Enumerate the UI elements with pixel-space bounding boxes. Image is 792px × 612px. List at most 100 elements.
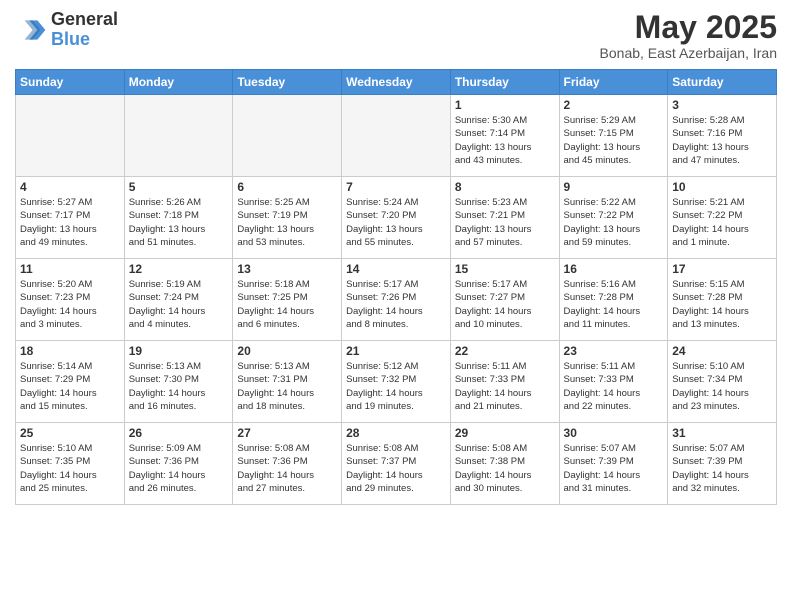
calendar-table: Sunday Monday Tuesday Wednesday Thursday… <box>15 69 777 505</box>
table-cell: 14 Sunrise: 5:17 AMSunset: 7:26 PMDayligh… <box>342 259 451 341</box>
day-number: 8 <box>455 180 555 194</box>
day-number: 10 <box>672 180 772 194</box>
table-cell: 25 Sunrise: 5:10 AMSunset: 7:35 PMDayligh… <box>16 423 125 505</box>
week-row-1: 1 Sunrise: 5:30 AMSunset: 7:14 PMDaylight… <box>16 95 777 177</box>
day-info: Sunrise: 5:08 AMSunset: 7:38 PMDaylight:… <box>455 442 555 495</box>
table-cell: 3Sunrise: 5:28 AMSunset: 7:16 PMDaylight… <box>668 95 777 177</box>
day-info: Sunrise: 5:24 AMSunset: 7:20 PMDaylight:… <box>346 196 446 249</box>
day-info: Sunrise: 5:12 AMSunset: 7:32 PMDaylight:… <box>346 360 446 413</box>
col-friday: Friday <box>559 70 668 95</box>
table-cell: 4Sunrise: 5:27 AMSunset: 7:17 PMDaylight… <box>16 177 125 259</box>
table-cell: 19 Sunrise: 5:13 AMSunset: 7:30 PMDayligh… <box>124 341 233 423</box>
day-info: Sunrise: 5:22 AMSunset: 7:22 PMDaylight:… <box>564 196 664 249</box>
logo-icon <box>15 14 47 46</box>
table-cell: 28Sunrise: 5:08 AMSunset: 7:37 PMDayligh… <box>342 423 451 505</box>
day-number: 1 <box>455 98 555 112</box>
day-number: 27 <box>237 426 337 440</box>
day-info: Sunrise: 5:08 AMSunset: 7:36 PMDaylight:… <box>237 442 337 495</box>
day-number: 15 <box>455 262 555 276</box>
day-info: Sunrise: 5:15 AMSunset: 7:28 PMDaylight:… <box>672 278 772 331</box>
table-cell: 26Sunrise: 5:09 AMSunset: 7:36 PMDayligh… <box>124 423 233 505</box>
day-info: Sunrise: 5:23 AMSunset: 7:21 PMDaylight:… <box>455 196 555 249</box>
weekday-header-row: Sunday Monday Tuesday Wednesday Thursday… <box>16 70 777 95</box>
day-info: Sunrise: 5:30 AMSunset: 7:14 PMDaylight:… <box>455 114 555 167</box>
day-info: Sunrise: 5:25 AMSunset: 7:19 PMDaylight:… <box>237 196 337 249</box>
table-cell: 20 Sunrise: 5:13 AMSunset: 7:31 PMDayligh… <box>233 341 342 423</box>
table-cell: 30 Sunrise: 5:07 AMSunset: 7:39 PMDayligh… <box>559 423 668 505</box>
table-cell: 22 Sunrise: 5:11 AMSunset: 7:33 PMDayligh… <box>450 341 559 423</box>
table-cell <box>16 95 125 177</box>
table-cell: 1 Sunrise: 5:30 AMSunset: 7:14 PMDaylight… <box>450 95 559 177</box>
day-number: 21 <box>346 344 446 358</box>
table-cell: 8 Sunrise: 5:23 AMSunset: 7:21 PMDaylight… <box>450 177 559 259</box>
day-info: Sunrise: 5:11 AMSunset: 7:33 PMDaylight:… <box>455 360 555 413</box>
day-number: 17 <box>672 262 772 276</box>
day-info: Sunrise: 5:16 AMSunset: 7:28 PMDaylight:… <box>564 278 664 331</box>
table-cell <box>124 95 233 177</box>
day-number: 16 <box>564 262 664 276</box>
table-cell: 12 Sunrise: 5:19 AMSunset: 7:24 PMDayligh… <box>124 259 233 341</box>
day-info: Sunrise: 5:13 AMSunset: 7:31 PMDaylight:… <box>237 360 337 413</box>
day-number: 30 <box>564 426 664 440</box>
calendar-location: Bonab, East Azerbaijan, Iran <box>600 45 777 61</box>
day-number: 19 <box>129 344 229 358</box>
table-cell: 31 Sunrise: 5:07 AMSunset: 7:39 PMDayligh… <box>668 423 777 505</box>
day-number: 4 <box>20 180 120 194</box>
day-number: 22 <box>455 344 555 358</box>
table-cell <box>233 95 342 177</box>
table-cell: 11 Sunrise: 5:20 AMSunset: 7:23 PMDayligh… <box>16 259 125 341</box>
day-info: Sunrise: 5:10 AMSunset: 7:35 PMDaylight:… <box>20 442 120 495</box>
table-cell: 16 Sunrise: 5:16 AMSunset: 7:28 PMDayligh… <box>559 259 668 341</box>
day-number: 20 <box>237 344 337 358</box>
table-cell <box>342 95 451 177</box>
day-number: 9 <box>564 180 664 194</box>
day-info: Sunrise: 5:13 AMSunset: 7:30 PMDaylight:… <box>129 360 229 413</box>
table-cell: 21 Sunrise: 5:12 AMSunset: 7:32 PMDayligh… <box>342 341 451 423</box>
table-cell: 6 Sunrise: 5:25 AMSunset: 7:19 PMDaylight… <box>233 177 342 259</box>
table-cell: 27 Sunrise: 5:08 AMSunset: 7:36 PMDayligh… <box>233 423 342 505</box>
title-block: May 2025 Bonab, East Azerbaijan, Iran <box>600 10 777 61</box>
table-cell: 29 Sunrise: 5:08 AMSunset: 7:38 PMDayligh… <box>450 423 559 505</box>
col-sunday: Sunday <box>16 70 125 95</box>
day-number: 14 <box>346 262 446 276</box>
day-number: 24 <box>672 344 772 358</box>
page-header: General Blue May 2025 Bonab, East Azerba… <box>15 10 777 61</box>
day-number: 7 <box>346 180 446 194</box>
day-info: Sunrise: 5:19 AMSunset: 7:24 PMDaylight:… <box>129 278 229 331</box>
day-number: 11 <box>20 262 120 276</box>
logo: General Blue <box>15 10 118 50</box>
day-info: Sunrise: 5:14 AMSunset: 7:29 PMDaylight:… <box>20 360 120 413</box>
day-number: 12 <box>129 262 229 276</box>
day-number: 2 <box>564 98 664 112</box>
day-info: Sunrise: 5:17 AMSunset: 7:26 PMDaylight:… <box>346 278 446 331</box>
day-info: Sunrise: 5:07 AMSunset: 7:39 PMDaylight:… <box>564 442 664 495</box>
logo-general: General <box>51 10 118 30</box>
day-number: 5 <box>129 180 229 194</box>
day-number: 31 <box>672 426 772 440</box>
table-cell: 5 Sunrise: 5:26 AMSunset: 7:18 PMDaylight… <box>124 177 233 259</box>
day-info: Sunrise: 5:29 AMSunset: 7:15 PMDaylight:… <box>564 114 664 167</box>
table-cell: 18Sunrise: 5:14 AMSunset: 7:29 PMDayligh… <box>16 341 125 423</box>
day-info: Sunrise: 5:17 AMSunset: 7:27 PMDaylight:… <box>455 278 555 331</box>
col-monday: Monday <box>124 70 233 95</box>
day-number: 29 <box>455 426 555 440</box>
page-container: General Blue May 2025 Bonab, East Azerba… <box>0 0 792 515</box>
day-number: 6 <box>237 180 337 194</box>
day-number: 3 <box>672 98 772 112</box>
table-cell: 23Sunrise: 5:11 AMSunset: 7:33 PMDayligh… <box>559 341 668 423</box>
day-info: Sunrise: 5:20 AMSunset: 7:23 PMDaylight:… <box>20 278 120 331</box>
week-row-5: 25 Sunrise: 5:10 AMSunset: 7:35 PMDayligh… <box>16 423 777 505</box>
logo-text: General Blue <box>51 10 118 50</box>
col-tuesday: Tuesday <box>233 70 342 95</box>
table-cell: 24 Sunrise: 5:10 AMSunset: 7:34 PMDayligh… <box>668 341 777 423</box>
day-info: Sunrise: 5:07 AMSunset: 7:39 PMDaylight:… <box>672 442 772 495</box>
day-number: 25 <box>20 426 120 440</box>
table-cell: 17 Sunrise: 5:15 AMSunset: 7:28 PMDayligh… <box>668 259 777 341</box>
logo-blue: Blue <box>51 30 118 50</box>
col-saturday: Saturday <box>668 70 777 95</box>
week-row-3: 11 Sunrise: 5:20 AMSunset: 7:23 PMDayligh… <box>16 259 777 341</box>
day-info: Sunrise: 5:10 AMSunset: 7:34 PMDaylight:… <box>672 360 772 413</box>
day-info: Sunrise: 5:11 AMSunset: 7:33 PMDaylight:… <box>564 360 664 413</box>
day-info: Sunrise: 5:26 AMSunset: 7:18 PMDaylight:… <box>129 196 229 249</box>
week-row-2: 4Sunrise: 5:27 AMSunset: 7:17 PMDaylight… <box>16 177 777 259</box>
